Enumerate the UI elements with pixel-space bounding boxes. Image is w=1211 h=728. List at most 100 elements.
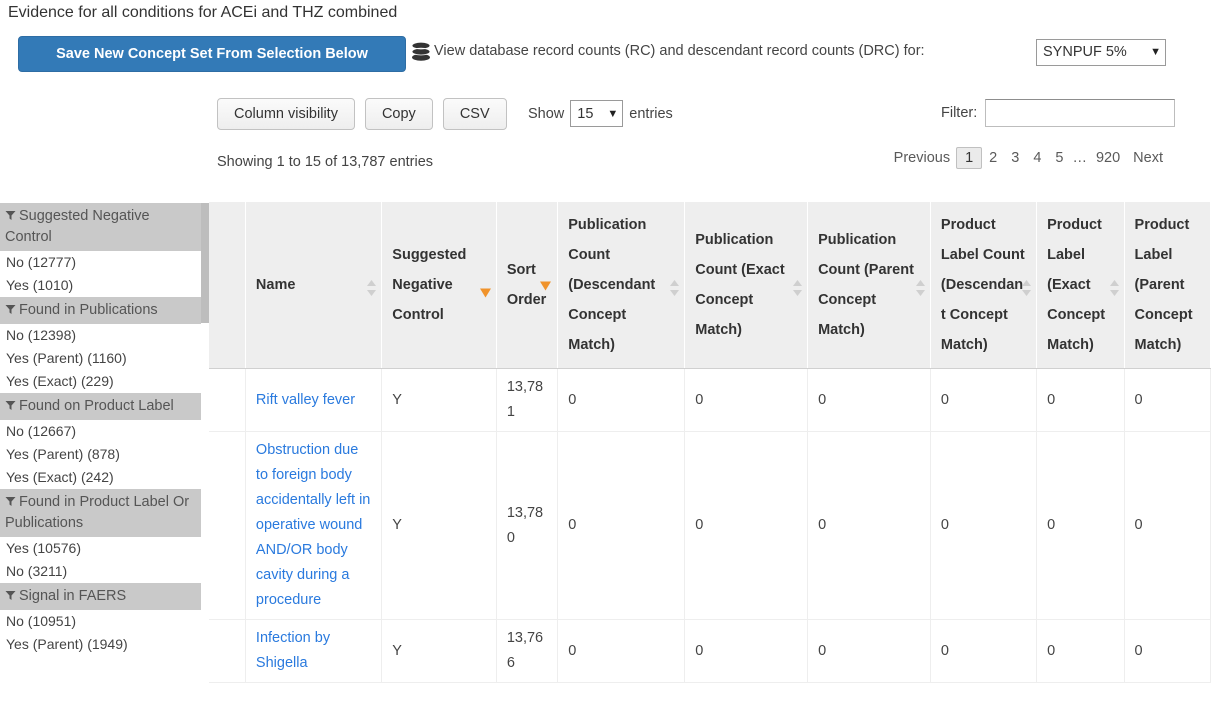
- facet-title: Found in Publications: [19, 302, 158, 318]
- pagination-page-5[interactable]: 5: [1048, 148, 1070, 168]
- copy-button[interactable]: Copy: [364, 98, 433, 130]
- column-header-label: Publication Count (Exact Concept Match): [695, 232, 785, 338]
- page-title: Evidence for all conditions for ACEi and…: [8, 4, 398, 21]
- column-header-name[interactable]: Name: [245, 202, 383, 369]
- table-body: Rift valley fever Y 13,781 0 0 0 0 0 0 O…: [209, 368, 1211, 683]
- concept-link[interactable]: Infection by Shigella: [256, 630, 330, 671]
- facet-item[interactable]: Yes (Parent) (878): [0, 443, 201, 466]
- facet-item[interactable]: No (12777): [0, 251, 201, 274]
- column-header-select: [209, 202, 246, 369]
- table-row[interactable]: Obstruction due to foreign body accident…: [209, 431, 1211, 620]
- facet-item[interactable]: No (12667): [0, 420, 201, 443]
- cell-suggested-negative-control: Y: [381, 431, 497, 620]
- cell-publication-count-exact: 0: [684, 619, 809, 683]
- column-header-label: Product Label Count (Descendant Concept …: [940, 217, 1025, 353]
- funnel-icon: [5, 208, 16, 224]
- pagination-last-page[interactable]: 920: [1089, 148, 1127, 168]
- sort-both-icon: [367, 277, 377, 296]
- facet-header-found-in-publications[interactable]: Found in Publications: [0, 297, 201, 324]
- funnel-icon: [5, 398, 16, 414]
- results-table: Name Suggested Negative Control Sort Ord…: [209, 202, 1211, 683]
- pagination-ellipsis: …: [1072, 150, 1087, 166]
- csv-button[interactable]: CSV: [442, 98, 507, 130]
- facet-item[interactable]: No (3211): [0, 560, 201, 583]
- column-header-product-label-exact[interactable]: Product Label (Exact Concept Match): [1036, 202, 1125, 369]
- funnel-icon: [5, 588, 16, 604]
- cell-sort-order: 13,780: [496, 431, 559, 620]
- column-header-publication-count-parent[interactable]: Publication Count (Parent Concept Match): [807, 202, 931, 369]
- cell-publication-count-parent: 0: [807, 619, 931, 683]
- facet-item[interactable]: No (10951): [0, 610, 201, 633]
- facet-item[interactable]: Yes (1010): [0, 274, 201, 297]
- database-icon: [410, 41, 432, 65]
- cell-product-label-exact: 0: [1036, 431, 1125, 620]
- save-new-concept-set-button[interactable]: Save New Concept Set From Selection Belo…: [18, 36, 406, 72]
- cell-product-label-exact: 0: [1036, 619, 1125, 683]
- page-length-value: 15: [577, 105, 594, 122]
- sort-both-icon: [1022, 277, 1032, 296]
- facet-title: Found in Product Label Or Publications: [5, 494, 190, 531]
- facet-item[interactable]: Yes (Exact) (229): [0, 370, 201, 393]
- facet-header-suggested-negative-control[interactable]: Suggested Negative Control: [0, 203, 201, 251]
- cell-publication-count-exact: 0: [684, 368, 809, 432]
- database-select-value: SYNPUF 5%: [1043, 44, 1127, 60]
- cell-product-label-parent: 0: [1124, 619, 1211, 683]
- column-header-label: Publication Count (Parent Concept Match): [818, 232, 914, 338]
- sort-both-icon: [670, 277, 680, 296]
- pagination-previous[interactable]: Previous: [888, 148, 956, 168]
- pagination: Previous 1 2 3 4 5 … 920 Next: [888, 147, 1169, 169]
- row-select-cell[interactable]: [209, 431, 246, 620]
- database-select[interactable]: SYNPUF 5% ▼: [1036, 39, 1166, 66]
- table-row[interactable]: Infection by Shigella Y 13,766 0 0 0 0 0…: [209, 619, 1211, 683]
- datatable-info: Showing 1 to 15 of 13,787 entries: [217, 154, 434, 170]
- column-header-product-label-count-descendant[interactable]: Product Label Count (Descendant Concept …: [930, 202, 1038, 369]
- chevron-down-icon: ▼: [1150, 46, 1161, 58]
- facet-scrollbar[interactable]: [201, 203, 209, 323]
- cell-product-label-count-descendant: 0: [930, 431, 1038, 620]
- table-row[interactable]: Rift valley fever Y 13,781 0 0 0 0 0 0: [209, 368, 1211, 432]
- cell-name: Infection by Shigella: [245, 619, 383, 683]
- column-header-product-label-parent[interactable]: Product Label (Parent Concept Match): [1124, 202, 1211, 369]
- page-length-select[interactable]: 15 ▼: [570, 100, 624, 127]
- facet-title: Suggested Negative Control: [5, 208, 150, 245]
- entries-label: entries: [629, 105, 673, 122]
- pagination-page-3[interactable]: 3: [1004, 148, 1026, 168]
- facet-item[interactable]: Yes (Parent) (1949): [0, 633, 201, 656]
- filter-input[interactable]: [985, 99, 1176, 127]
- pagination-page-2[interactable]: 2: [982, 148, 1004, 168]
- table-header: Name Suggested Negative Control Sort Ord…: [209, 202, 1211, 369]
- facet-header-found-on-product-label[interactable]: Found on Product Label: [0, 393, 201, 420]
- cell-publication-count-parent: 0: [807, 431, 931, 620]
- cell-publication-count-descendant: 0: [557, 431, 686, 620]
- facet-item[interactable]: Yes (Exact) (242): [0, 466, 201, 489]
- facet-item[interactable]: Yes (Parent) (1160): [0, 347, 201, 370]
- filter-label: Filter:: [941, 105, 978, 121]
- facet-header-found-in-product-label-or-publications[interactable]: Found in Product Label Or Publications: [0, 489, 201, 537]
- chevron-down-icon: ▼: [607, 107, 619, 120]
- cell-product-label-exact: 0: [1036, 368, 1125, 432]
- cell-product-label-count-descendant: 0: [930, 619, 1038, 683]
- concept-link[interactable]: Rift valley fever: [256, 392, 355, 408]
- column-header-publication-count-exact[interactable]: Publication Count (Exact Concept Match): [684, 202, 809, 369]
- facet-item[interactable]: Yes (10576): [0, 537, 201, 560]
- sort-both-icon: [1109, 277, 1119, 296]
- row-select-cell[interactable]: [209, 368, 246, 432]
- pagination-next[interactable]: Next: [1127, 148, 1169, 168]
- pagination-page-4[interactable]: 4: [1026, 148, 1048, 168]
- column-visibility-button[interactable]: Column visibility: [217, 98, 355, 130]
- row-select-cell[interactable]: [209, 619, 246, 683]
- facet-sidebar: Suggested Negative Control No (12777) Ye…: [0, 203, 201, 656]
- record-counts-label: View database record counts (RC) and des…: [434, 43, 925, 59]
- column-header-publication-count-descendant[interactable]: Publication Count (Descendant Concept Ma…: [557, 202, 686, 369]
- sort-desc-icon: [540, 273, 552, 291]
- pagination-page-1[interactable]: 1: [956, 147, 983, 169]
- column-header-label: Publication Count (Descendant Concept Ma…: [568, 217, 656, 353]
- facet-header-signal-in-faers[interactable]: Signal in FAERS: [0, 583, 201, 610]
- concept-link[interactable]: Obstruction due to foreign body accident…: [256, 442, 370, 608]
- column-header-label: Product Label (Parent Concept Match): [1134, 217, 1193, 353]
- column-header-suggested-negative-control[interactable]: Suggested Negative Control: [381, 202, 497, 369]
- facet-item[interactable]: No (12398): [0, 324, 201, 347]
- facet-title: Signal in FAERS: [19, 588, 127, 604]
- filter-control: Filter:: [941, 99, 1176, 127]
- column-header-sort-order[interactable]: Sort Order: [496, 202, 559, 369]
